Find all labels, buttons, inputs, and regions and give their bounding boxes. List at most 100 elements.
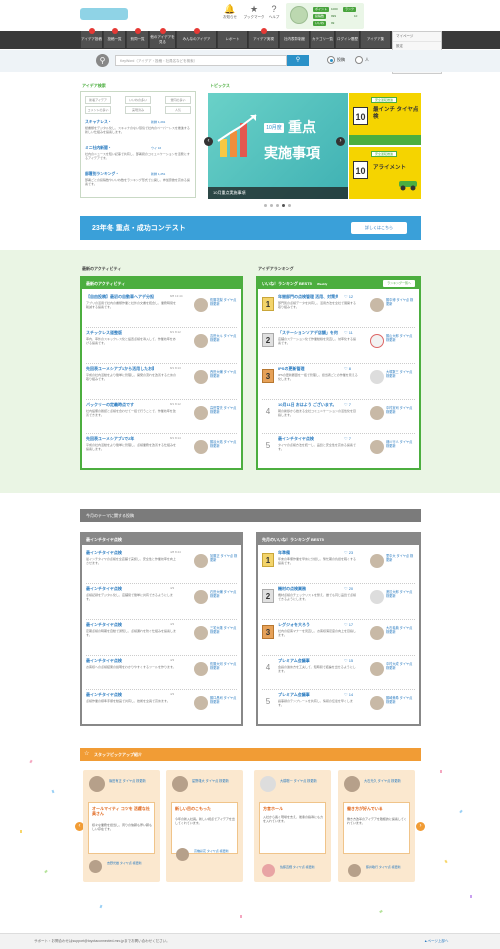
ranking-row[interactable]: 3 IPSの更新管理 ♡ 8 IPSの更新履歴を一括で管理し、担当者ごとの作業を… [262, 364, 415, 400]
staff-card[interactable]: 大石光久 タイヤ点 検更新 働き方が好んでいる 働き方改革のアイデアを積極的に提… [338, 770, 415, 882]
avatar[interactable] [370, 696, 384, 710]
avatar[interactable] [370, 554, 384, 568]
avatar[interactable] [194, 406, 208, 420]
ranking-row[interactable]: 2 「ステーションソアデ店舗」を何か ♡ 11 店舗のステーション化で作業動線を… [262, 328, 415, 364]
user-name[interactable]: 中村大成 タイヤ点 検更新 [386, 662, 414, 670]
row-title[interactable]: レグジォを大ろう [278, 622, 338, 628]
theme-row[interactable]: 最インチタイヤ点検 4/3 点検作業の標準手順を動画で共有し、技術を全員で高めま… [86, 690, 237, 724]
activity-row[interactable]: 先回表ユーメシアブ1から活用したお財議論 8/1 8:13 平成の社内活動をより… [86, 364, 237, 400]
tab[interactable]: いいねの多い [125, 96, 151, 104]
user-name[interactable]: 吉田大斗 タイヤ点 検更新 [210, 334, 238, 342]
row-title[interactable]: 最インチタイヤ点検 [86, 622, 154, 628]
staff-card[interactable]: 星野雄大 タイヤ点 検更新 新しい目のこもった 今年の新入社員。新しい視点でアイ… [166, 770, 243, 882]
avatar[interactable] [89, 860, 102, 873]
avatar[interactable] [194, 440, 208, 454]
user-name[interactable]: 加藤正 タイヤ点 検更新 [210, 554, 238, 562]
user-name[interactable]: 渡辺大郎 タイヤ点 検更新 [386, 590, 414, 598]
avatar[interactable] [370, 662, 384, 676]
nav-item[interactable]: 投稿一覧 [104, 28, 126, 48]
staff-next-button[interactable]: › [416, 822, 425, 831]
tab[interactable]: 実現済み [125, 106, 151, 114]
nav-item[interactable]: アイデア投稿 [81, 28, 103, 48]
idea-title[interactable]: 部署別ランキング・ [85, 172, 119, 177]
row-title[interactable]: IPSの更新管理 [278, 366, 338, 372]
row-title[interactable]: 「ステーションソアデ店舗」を何か [278, 330, 338, 336]
avatar[interactable] [194, 554, 208, 568]
dropdown-item[interactable]: マイページ [393, 32, 441, 42]
ranking-list-button[interactable]: ランキング一覧へ [383, 280, 415, 287]
staff-name[interactable]: 大橋聡一 タイヤ点 検更新 [280, 778, 328, 783]
tab[interactable]: 新着アイデア [85, 96, 111, 104]
topic-banner-side[interactable]: 安全運転推進 10 最インチ タイヤ点検 [349, 93, 421, 145]
row-title[interactable]: 最インチタイヤ点検 [86, 692, 154, 698]
user-name[interactable]: 大石義典 タイヤ点 検更新 [386, 626, 414, 634]
theme-row[interactable]: 最インチタイヤ点検 4/3 お客様への点検結果の説明をわかりやすくするツールを作… [86, 656, 237, 690]
avatar[interactable] [194, 696, 208, 710]
back-to-top-link[interactable]: ▲ページ上部へ [424, 939, 448, 944]
help-button[interactable]: ? ヘルプ [262, 4, 286, 20]
user-name[interactable]: 佐藤大河 タイヤ点 検更新 [210, 662, 238, 670]
row-title[interactable]: 年準備 [278, 550, 338, 556]
user-name[interactable]: 石田大輔 タイヤ点 検更新 [210, 590, 238, 598]
user-name[interactable]: 大塚数三 タイヤ点 検更新 [386, 370, 414, 378]
nav-item[interactable]: 他のアイデアを見る [150, 28, 176, 48]
ranking-row[interactable]: 4 10月11日 おはよう ございます。 ♡ 7 朝の挨拶から始まる全社コミュニ… [262, 400, 415, 434]
row-title[interactable]: 機材の点検業務 [278, 586, 338, 592]
avatar[interactable] [344, 776, 360, 792]
carousel-dot[interactable] [287, 204, 291, 207]
nav-item[interactable]: カテゴリ一覧 [311, 31, 335, 48]
staff-card[interactable]: 篠田有正 タイヤ点 検更新 オールマイティ コツを 活躍な社員さん 様々な業務を… [83, 770, 160, 882]
carousel-prev-button[interactable]: ‹ [204, 137, 213, 146]
tab[interactable]: 人気 [165, 106, 191, 114]
user-name[interactable]: 中村憲司 タイヤ点 検更新 [386, 406, 414, 414]
nav-item[interactable]: アイデア集 [361, 31, 391, 48]
user-name[interactable]: 高田雪夫 タイヤ点 検更新 [210, 406, 238, 414]
ranking-row[interactable]: 5 最インチタイヤ点検 ♡ 7 タイヤの点検方法を統一し、品質と安全性を高める提… [262, 434, 415, 468]
theme-row[interactable]: 最インチタイヤ点検 4/8 8:44 最インチタイヤの点検を全店舗で実施し、安全… [86, 548, 237, 584]
staff-name[interactable]: 星野雄大 タイヤ点 検更新 [192, 778, 240, 783]
avatar[interactable] [172, 776, 188, 792]
staff-card[interactable]: 大橋聡一 タイヤ点 検更新 方言ホール 入社から長く現場を支え、後輩の指導にも力… [254, 770, 331, 882]
user-name[interactable]: 佐藤花梨 タイヤ点 検更新 [210, 298, 238, 306]
ranking-row[interactable]: 3 レグジォを大ろう ♡ 17 社内の接客マナーを見直し、お客様満足度の向上を目… [262, 620, 415, 656]
row-title[interactable]: 最インチタイヤ点検 [86, 586, 154, 592]
carousel-dot[interactable] [269, 204, 273, 207]
avatar[interactable] [194, 590, 208, 604]
ranking-row[interactable]: 4 プレミアム会議事 ♡ 15 会議の進め方を工夫して、短時間で結論を出せるよう… [262, 656, 415, 690]
ranking-row[interactable]: 5 プレミアム会議事 ♡ 14 議事録のテンプレートを共有し、情報の伝達を早くし… [262, 690, 415, 724]
avatar[interactable] [194, 298, 208, 312]
contest-banner[interactable]: 23年冬 重点・成功コンテスト 詳しくはこちら [80, 216, 421, 240]
search-button[interactable]: ⚲ [287, 55, 309, 66]
row-title[interactable]: 最インチタイヤ点検 [86, 658, 154, 664]
row-title[interactable]: 10月11日 おはよう ございます。 [278, 402, 338, 408]
row-title[interactable]: 先回表ユーメシアブ1で2年 [86, 436, 154, 442]
avatar[interactable] [370, 370, 384, 384]
ranking-row[interactable]: 1 年間部門の点検管理 活用、対策共有、 ♡ 12 部門別の点検データを共有し、… [262, 292, 415, 328]
carousel-next-button[interactable]: › [336, 137, 345, 146]
avatar[interactable] [194, 334, 208, 348]
avatar[interactable] [194, 370, 208, 384]
tab[interactable]: コメントの多い [85, 106, 111, 114]
radio-people[interactable] [355, 56, 363, 64]
tab[interactable]: 賛同の多い [165, 96, 191, 104]
idea-title[interactable]: スキャナレス・ [85, 120, 112, 125]
user-panel[interactable]: ポイント 1000 投稿数 999 いいね 99 ランク 10 [286, 3, 364, 29]
avatar[interactable] [370, 590, 384, 604]
nav-item[interactable]: 賛同一覧 [127, 28, 149, 48]
radio-posts[interactable] [327, 56, 335, 64]
row-title[interactable]: プレミアム会議事 [278, 692, 338, 698]
ranking-row[interactable]: 1 年準備 ♡ 23 年末の準備作業を早めに分担し、繁忙期の負担を軽くする提案で… [262, 548, 415, 584]
staff-name[interactable]: 篠田有正 タイヤ点 検更新 [109, 778, 157, 783]
row-title[interactable]: プレミアム会議事 [278, 658, 338, 664]
nav-item[interactable]: ログイン履歴 [336, 31, 360, 48]
search-input[interactable]: KeyWord（アイデア・投稿・社員名などを検索） [115, 55, 287, 66]
carousel-dot[interactable] [263, 204, 267, 207]
user-name[interactable]: 藤山大郎 タイヤ点 検更新 [386, 334, 414, 342]
avatar[interactable] [194, 662, 208, 676]
user-name[interactable]: 藤口昌司 タイヤ点 検更新 [210, 696, 238, 704]
notification-button[interactable]: 🔔 お知らせ [218, 4, 242, 20]
idea-title[interactable]: ミニ社内新聞・ [85, 146, 112, 151]
row-title[interactable]: 最インチタイヤ点検 [86, 550, 154, 556]
site-logo[interactable] [80, 8, 128, 20]
avatar[interactable] [260, 776, 276, 792]
